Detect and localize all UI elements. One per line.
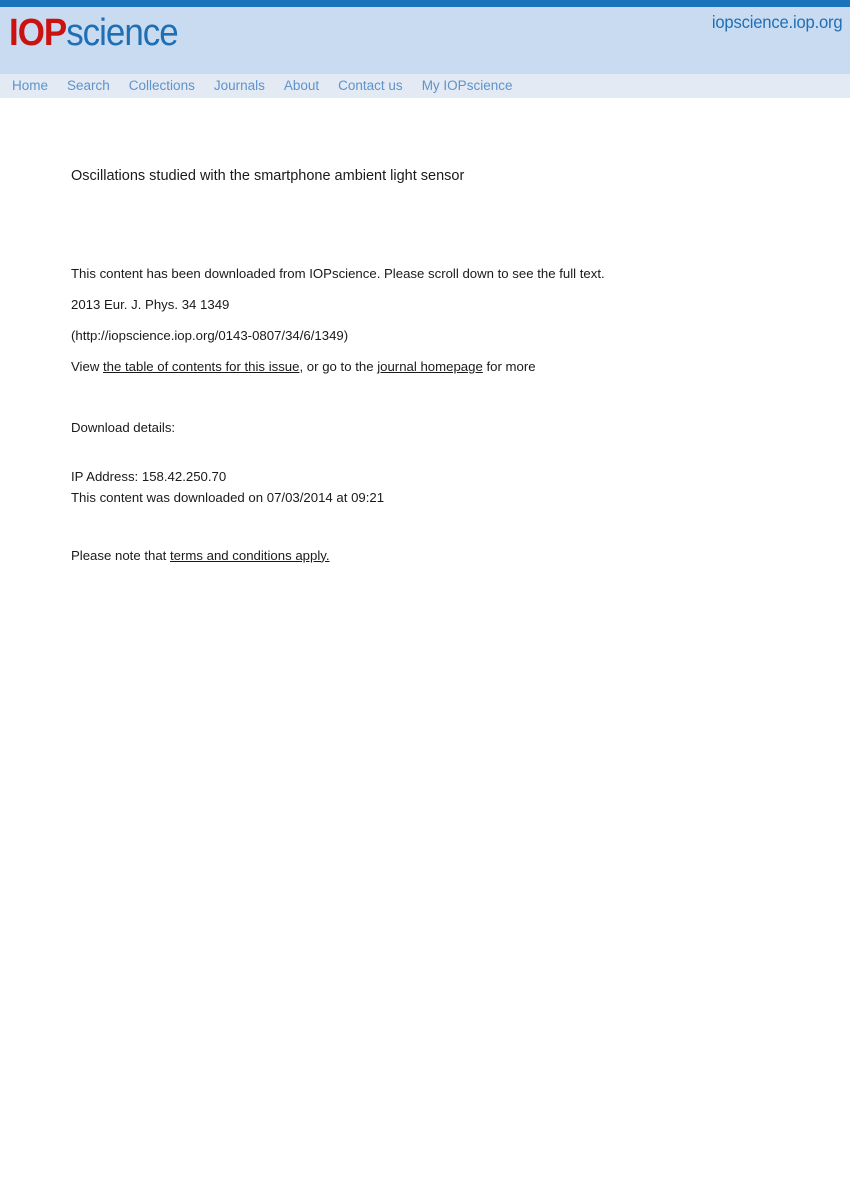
ip-address-text: IP Address: 158.42.250.70 — [71, 468, 227, 484]
spacer-after-download-heading — [71, 439, 810, 466]
nav-item-journals[interactable]: Journals — [214, 74, 265, 98]
page-content: Oscillations studied with the smartphone… — [0, 98, 850, 566]
site-url-link[interactable]: iopscience.iop.org — [711, 11, 842, 33]
view-contents-line: View the table of contents for this issu… — [71, 359, 810, 375]
view-prefix-text: View — [71, 359, 104, 374]
nav-item-home[interactable]: Home — [12, 74, 48, 98]
masthead: IOPscience iopscience.iop.org — [0, 0, 850, 74]
journal-homepage-link[interactable]: journal homepage — [377, 359, 483, 374]
top-accent-bar — [0, 0, 850, 7]
nav-item-my-iopscience[interactable]: My IOPscience — [422, 74, 513, 98]
download-timestamp-text: This content was downloaded on 07/03/201… — [71, 490, 385, 505]
terms-and-conditions-link[interactable]: terms and conditions apply. — [170, 548, 330, 563]
nav-item-collections[interactable]: Collections — [129, 74, 195, 98]
spacer-before-terms — [71, 509, 810, 545]
spacer-after-title — [71, 185, 810, 266]
main-navigation: Home Search Collections Journals About C… — [0, 74, 850, 98]
nav-item-contact-us[interactable]: Contact us — [338, 74, 403, 98]
download-details-heading: Download details: — [71, 420, 176, 435]
terms-prefix-text: Please note that — [71, 547, 170, 563]
page-title: Oscillations studied with the smartphone… — [71, 168, 465, 184]
article-url-text: (http://iopscience.iop.org/0143-0807/34/… — [71, 328, 349, 343]
logo-iop-text: IOP — [9, 12, 67, 54]
logo-science-text: science — [66, 12, 178, 54]
table-of-contents-link[interactable]: the table of contents for this issue — [103, 359, 299, 374]
iopscience-logo[interactable]: IOPscience — [9, 11, 179, 55]
terms-line: Please note that terms and conditions ap… — [71, 545, 810, 567]
view-middle-text: , or go to the — [299, 359, 378, 374]
citation-text: 2013 Eur. J. Phys. 34 1349 — [71, 297, 230, 312]
spacer-before-download-details — [71, 390, 810, 417]
view-suffix-text: for more — [482, 359, 536, 374]
download-notice-text: This content has been downloaded from IO… — [71, 266, 605, 281]
nav-item-search[interactable]: Search — [67, 74, 110, 98]
header-band: IOPscience iopscience.iop.org — [0, 7, 850, 74]
nav-item-about[interactable]: About — [284, 74, 319, 98]
